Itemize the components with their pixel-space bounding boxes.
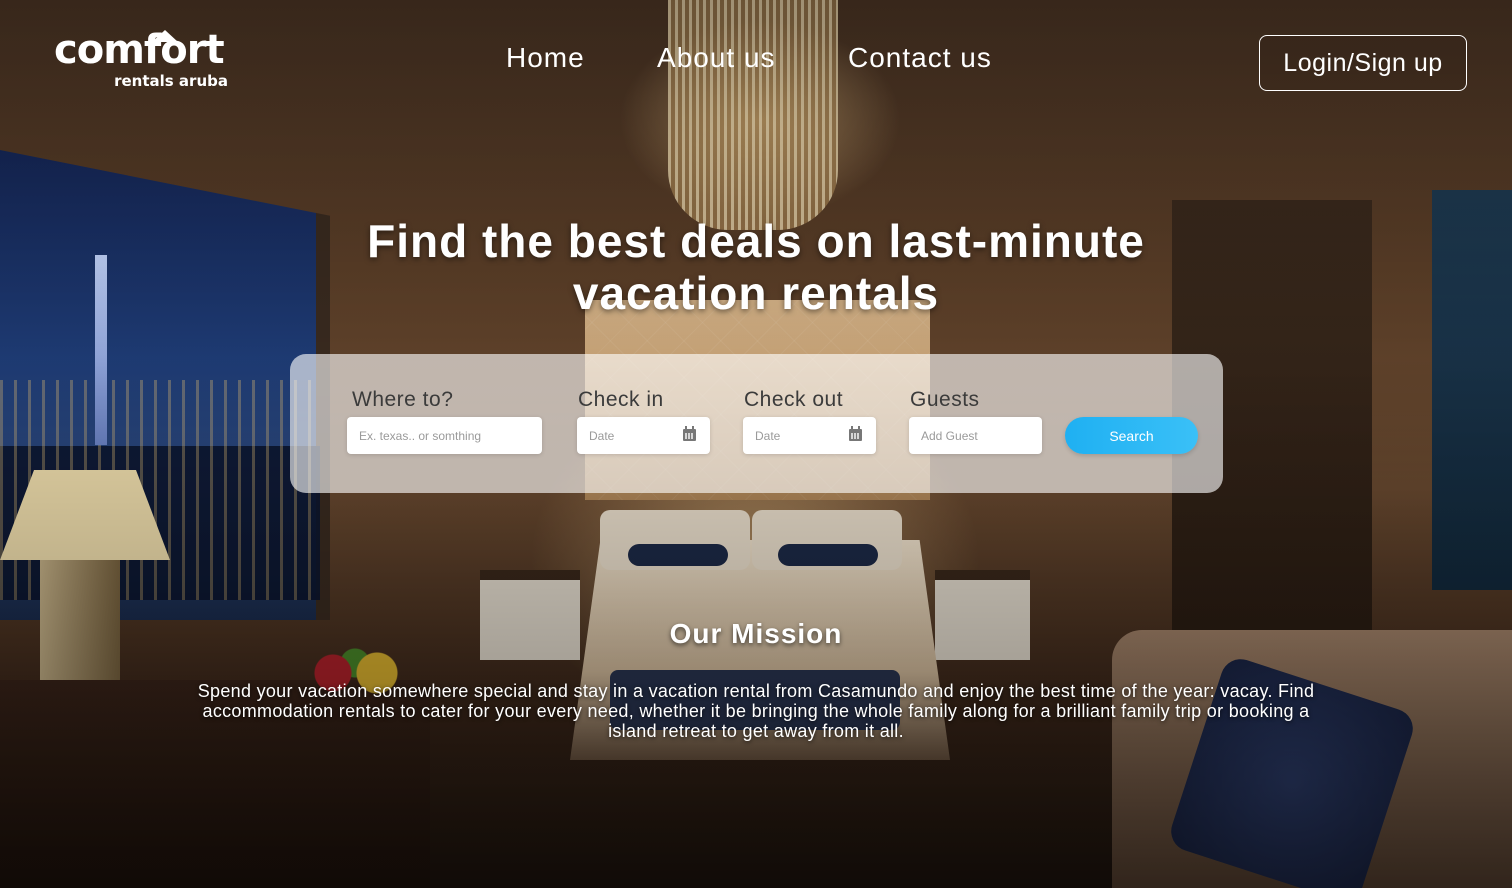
hero-background: comfort rentals aruba Home About us Cont…	[0, 0, 1512, 888]
brand-logo[interactable]: comfort rentals aruba	[54, 30, 234, 92]
nav-contact-us[interactable]: Contact us	[848, 42, 992, 74]
logo-roof-icon	[152, 30, 178, 42]
nav-about-us[interactable]: About us	[657, 42, 776, 74]
guests-label: Guests	[910, 388, 980, 411]
search-button[interactable]: Search	[1065, 417, 1198, 454]
logo-wordmark: comfort	[54, 27, 225, 73]
calendar-icon[interactable]	[683, 426, 696, 441]
hero-headline: Find the best deals on last-minute vacat…	[256, 215, 1256, 319]
checkout-label: Check out	[744, 388, 844, 411]
mission-title: Our Mission	[669, 618, 843, 649]
login-signup-button[interactable]: Login/Sign up	[1259, 35, 1467, 91]
mission-text: Spend your vacation somewhere special an…	[197, 681, 1315, 741]
logo-subtitle: rentals aruba	[114, 72, 228, 90]
checkin-label: Check in	[578, 388, 664, 411]
headline-line-1: Find the best deals on last-minute	[367, 215, 1145, 267]
guests-input[interactable]	[909, 417, 1042, 454]
checkin-field[interactable]	[577, 417, 710, 454]
calendar-icon[interactable]	[849, 426, 862, 441]
nav-home[interactable]: Home	[506, 42, 585, 74]
headline-line-2: vacation rentals	[572, 267, 940, 319]
search-panel: Where to? Check in Check out Guests Sear…	[290, 354, 1223, 493]
where-label: Where to?	[352, 388, 454, 411]
where-input[interactable]	[347, 417, 542, 454]
checkout-field[interactable]	[743, 417, 876, 454]
